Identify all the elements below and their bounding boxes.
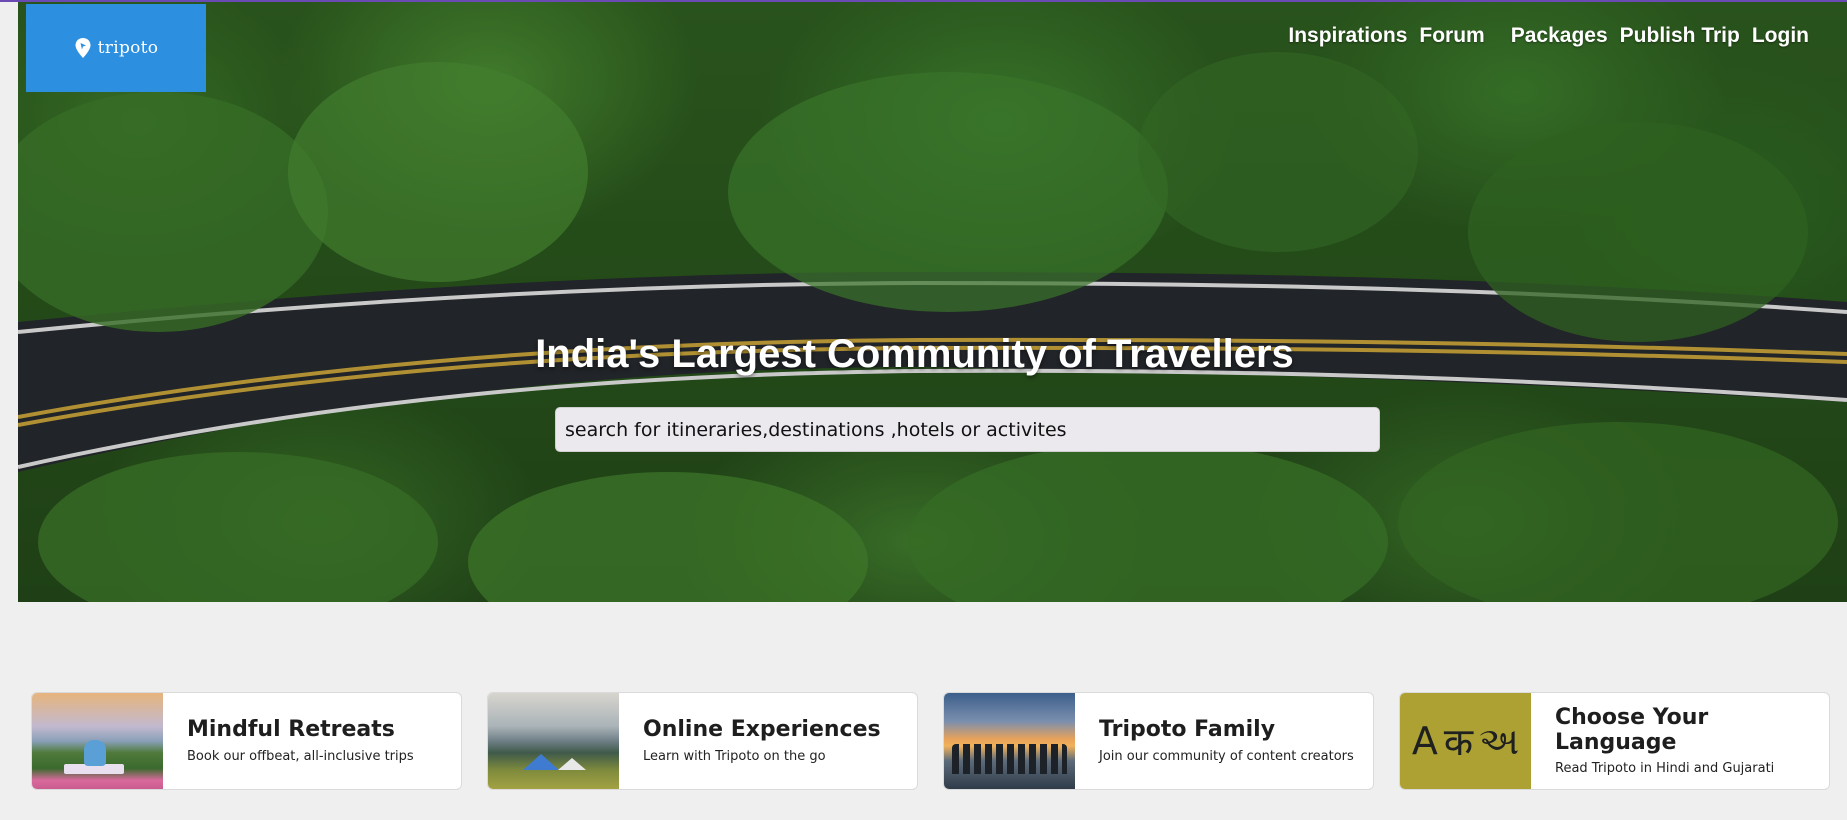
brand-name: tripoto [97,38,159,58]
card-body: Mindful Retreats Book our offbeat, all-i… [163,717,414,764]
card-online-experiences[interactable]: Online Experiences Learn with Tripoto on… [487,692,918,790]
map-pin-icon [75,38,91,58]
camping-image [488,693,619,789]
people-silhouettes [952,744,1067,774]
group-sunset-image [944,693,1075,789]
card-subtitle: Join our community of content creators [1099,748,1354,764]
yoga-retreat-image [32,693,163,789]
card-body: Tripoto Family Join our community of con… [1075,717,1354,764]
card-title: Mindful Retreats [187,717,395,743]
nav-publish-trip[interactable]: Publish Trip [1620,24,1740,48]
card-subtitle: Book our offbeat, all-inclusive trips [187,748,414,764]
card-body: Choose Your Language Read Tripoto in Hin… [1531,705,1829,776]
devanagari-glyph: क [1443,720,1474,764]
card-choose-language[interactable]: A क અ Choose Your Language Read Tripoto … [1399,692,1830,790]
brand-logo[interactable]: tripoto [26,4,206,92]
feature-cards: Mindful Retreats Book our offbeat, all-i… [31,692,1830,790]
card-title: Tripoto Family [1099,717,1276,743]
nav-forum[interactable]: Forum [1419,24,1484,48]
search-input[interactable] [555,407,1380,452]
hero-headline: India's Largest Community of Travellers [18,332,1847,377]
latin-glyph: A [1411,719,1438,763]
tent-shape [558,758,586,770]
hero-headline-text: India's Largest Community of Travellers [535,332,1294,376]
nav-login[interactable]: Login [1752,24,1809,48]
card-tripoto-family[interactable]: Tripoto Family Join our community of con… [943,692,1374,790]
card-subtitle: Read Tripoto in Hindi and Gujarati [1555,760,1775,776]
card-subtitle: Learn with Tripoto on the go [643,748,826,764]
gujarati-glyph: અ [1479,718,1520,763]
hero-overlay [18,2,1847,602]
card-mindful-retreats[interactable]: Mindful Retreats Book our offbeat, all-i… [31,692,462,790]
person-shape [84,740,106,766]
tent-shape [523,754,559,770]
top-nav: Inspirations Forum Packages Publish Trip… [1288,24,1809,48]
card-title: Choose Your Language [1555,705,1709,755]
card-body: Online Experiences Learn with Tripoto on… [619,717,881,764]
hero-banner: India's Largest Community of Travellers [18,2,1847,602]
card-title: Online Experiences [643,717,881,743]
nav-packages[interactable]: Packages [1511,24,1608,48]
nav-inspirations[interactable]: Inspirations [1288,24,1407,48]
language-glyphs-image: A क અ [1400,693,1531,789]
